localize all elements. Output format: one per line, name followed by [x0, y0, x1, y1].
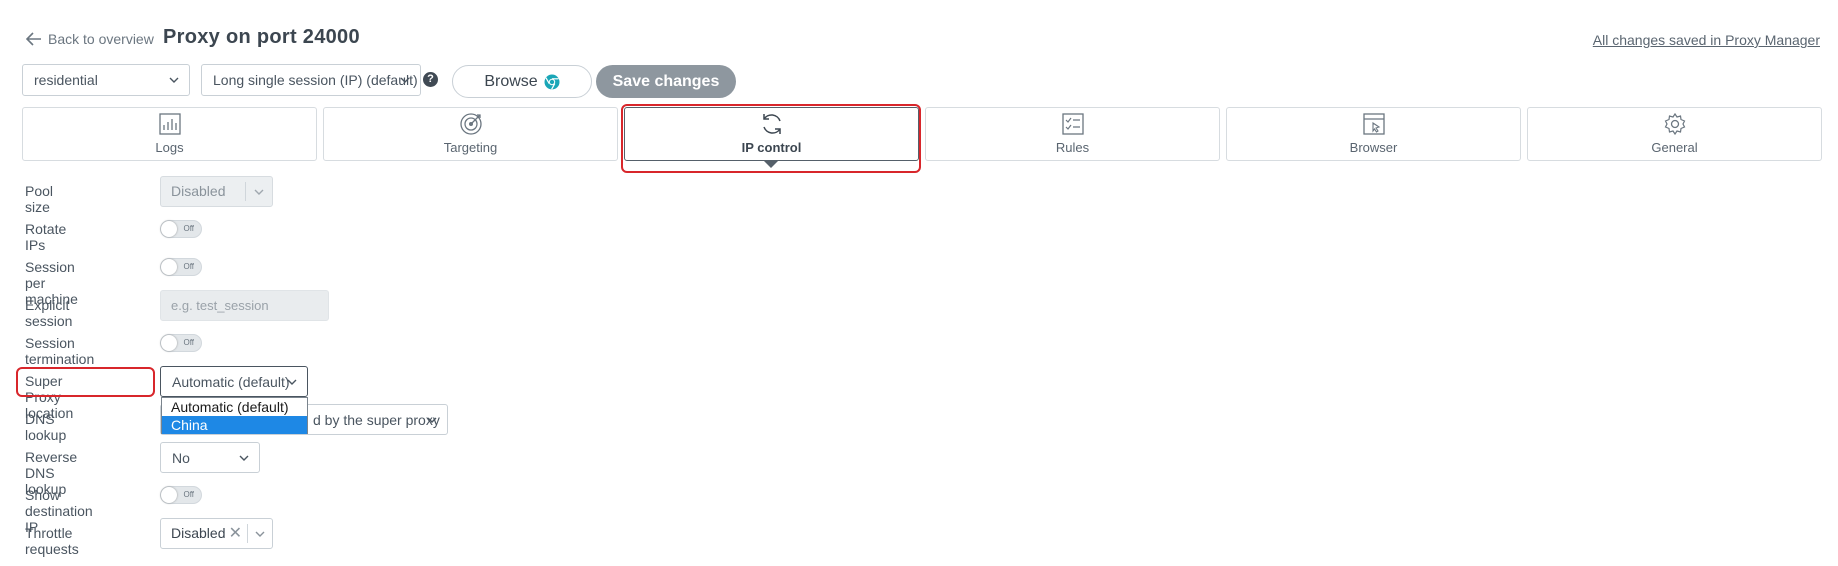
- pool-size-select: Disabled: [160, 176, 273, 207]
- clear-icon[interactable]: ✕: [229, 519, 242, 548]
- toggle-state-text: Off: [183, 338, 194, 347]
- tab-logs[interactable]: Logs: [22, 107, 317, 161]
- throttle-requests-label: Throttle requests: [25, 525, 79, 557]
- back-link-label: Back to overview: [48, 31, 154, 47]
- logs-icon: [158, 113, 181, 135]
- tab-ip-control[interactable]: IP control: [624, 107, 919, 161]
- tab-rules[interactable]: Rules: [925, 107, 1220, 161]
- explicit-session-input[interactable]: [160, 290, 329, 321]
- chevron-down-icon: [255, 531, 265, 537]
- top-bar: Back to overview Proxy on port 24000 All…: [0, 0, 1838, 60]
- dropdown-option-china[interactable]: China: [162, 416, 307, 434]
- pool-size-value: Disabled: [171, 183, 226, 199]
- rotate-ips-label: Rotate IPs: [25, 221, 67, 253]
- throttle-requests-value: Disabled: [171, 525, 226, 541]
- preset-select-value: residential: [34, 72, 98, 88]
- preset-select[interactable]: residential: [22, 64, 190, 96]
- chevron-down-icon: [427, 417, 437, 423]
- dns-lookup-label: DNS lookup: [25, 411, 67, 443]
- chevron-down-icon: [287, 379, 297, 385]
- super-proxy-location-value: Automatic (default): [172, 373, 290, 390]
- rules-icon: [1061, 113, 1084, 135]
- select-separator: [247, 524, 248, 543]
- browse-button-label: Browse: [484, 72, 538, 90]
- reverse-dns-lookup-value: No: [172, 449, 190, 466]
- chevron-down-icon: [239, 455, 249, 461]
- back-to-overview-link[interactable]: Back to overview: [26, 31, 154, 47]
- session-per-machine-toggle[interactable]: Off: [160, 258, 202, 276]
- toggle-knob: [161, 487, 177, 503]
- saved-status-link[interactable]: All changes saved in Proxy Manager: [1593, 32, 1820, 48]
- tab-browser[interactable]: Browser: [1226, 107, 1521, 161]
- toggle-state-text: Off: [183, 224, 194, 233]
- toggle-state-text: Off: [183, 490, 194, 499]
- tab-label: Targeting: [443, 140, 498, 155]
- targeting-icon: [459, 113, 482, 135]
- select-separator: [245, 182, 246, 201]
- tab-label: IP control: [741, 140, 802, 155]
- pool-size-label: Pool size: [25, 183, 54, 215]
- tab-label: Logs: [155, 140, 184, 155]
- dns-lookup-value: d by the super proxy: [313, 411, 440, 428]
- active-tab-pointer: [764, 161, 778, 168]
- session-termination-toggle[interactable]: Off: [160, 334, 202, 352]
- chrome-logo-icon: [544, 74, 560, 90]
- page-title: Proxy on port 24000: [163, 26, 360, 48]
- toggle-knob: [161, 221, 177, 237]
- tab-label: Browser: [1349, 140, 1398, 155]
- explicit-session-label: Explicit session: [25, 297, 73, 329]
- browse-button[interactable]: Browse: [452, 65, 592, 98]
- gear-icon: [1664, 112, 1685, 136]
- tab-label: General: [1651, 140, 1698, 155]
- tab-targeting[interactable]: Targeting: [323, 107, 618, 161]
- reverse-dns-lookup-select[interactable]: No: [160, 442, 260, 473]
- chevron-down-icon: [254, 189, 264, 195]
- toggle-knob: [161, 259, 177, 275]
- super-proxy-location-select[interactable]: Automatic (default): [160, 366, 308, 397]
- refresh-icon: [762, 114, 781, 134]
- session-select[interactable]: Long single session (IP) (default): [201, 64, 421, 96]
- tab-label: Rules: [1055, 140, 1090, 155]
- dropdown-option-automatic[interactable]: Automatic (default): [162, 398, 307, 416]
- tab-general[interactable]: General: [1527, 107, 1822, 161]
- session-select-value: Long single session (IP) (default): [213, 72, 418, 88]
- arrow-left-icon: [26, 32, 41, 46]
- throttle-requests-select[interactable]: Disabled ✕: [160, 518, 273, 549]
- toggle-state-text: Off: [183, 262, 194, 271]
- show-destination-ip-toggle[interactable]: Off: [160, 486, 202, 504]
- save-changes-button[interactable]: Save changes: [596, 65, 736, 98]
- browser-icon: [1362, 113, 1385, 135]
- tab-bar: Logs Targeting IP control Rules Browser …: [22, 107, 1822, 163]
- chevron-down-icon: [169, 77, 179, 83]
- toggle-knob: [161, 335, 177, 351]
- super-proxy-location-dropdown: Automatic (default) China: [161, 397, 308, 434]
- chevron-down-icon: [400, 77, 410, 83]
- rotate-ips-toggle[interactable]: Off: [160, 220, 202, 238]
- session-termination-label: Session termination: [25, 335, 95, 367]
- help-icon[interactable]: ?: [423, 72, 438, 87]
